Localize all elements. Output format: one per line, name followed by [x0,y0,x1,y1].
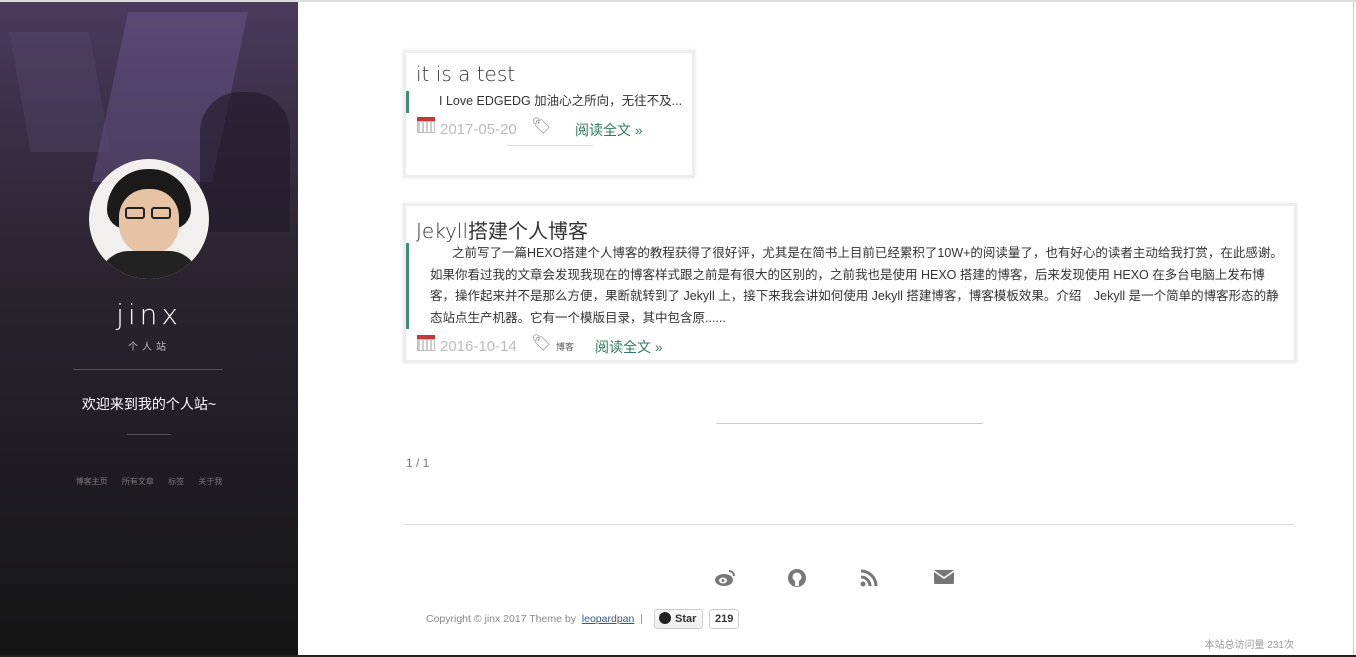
avatar[interactable] [89,159,209,279]
sidebar-background-shape [9,32,111,152]
copyright: Copyright © jinx 2017 Theme by leopardpa… [426,613,643,625]
post-card: Jekyll搭建个人博客 之前写了一篇HEXO搭建个人博客的教程获得了很好评，尤… [403,203,1297,363]
star-count[interactable]: 219 [709,609,740,629]
site-name[interactable]: jinx [0,298,298,331]
sidebar-background-shape [200,92,290,232]
read-more-link[interactable]: 阅读全文 » [595,337,663,357]
welcome-text: 欢迎来到我的个人站~ [81,396,217,412]
sidebar-divider [127,434,171,435]
weibo-icon[interactable] [713,568,737,592]
github-icon [659,612,671,624]
github-star-button[interactable]: Star [654,609,704,629]
theme-author-link[interactable]: leopardpan [582,613,635,625]
visit-counter: 本站总访问量 231次 [1204,640,1294,651]
post-date: 2017-05-20 [440,121,517,138]
post-excerpt: 之前写了一篇HEXO搭建个人博客的教程获得了很好评，尤其是在简书上目前已经累积了… [406,243,1291,329]
nav-tags[interactable]: 标签 [168,477,184,486]
calendar-icon [417,335,435,351]
post-date: 2016-10-14 [440,338,517,355]
list-divider [716,423,983,424]
nav-all-posts[interactable]: 所有文章 [122,477,154,486]
tag-icon: 🏷 [531,118,552,135]
calendar-icon [417,117,435,133]
sidebar-divider [73,369,223,370]
pagination: 1 / 1 [406,456,430,470]
post-divider [507,145,593,146]
post-title[interactable]: it is a test [416,62,515,86]
site-subtitle: 个人站 [128,342,170,353]
read-more-link[interactable]: 阅读全文 » [575,120,643,140]
nav-home[interactable]: 博客主页 [76,477,108,486]
sidebar: jinx 个人站 欢迎来到我的个人站~ 博客主页 所有文章 标签 关于我 [0,2,298,655]
post-card: it is a test I Love EDGEDG 加油心之所向，无往不及..… [403,50,695,178]
rss-icon[interactable] [857,568,881,592]
footer-divider [405,524,1294,525]
post-tag[interactable]: 博客 [556,340,574,353]
tag-icon: 🏷 [531,335,552,352]
post-excerpt: I Love EDGEDG 加油心之所向，无往不及... [406,91,692,113]
sidebar-nav: 博客主页 所有文章 标签 关于我 [0,476,298,487]
nav-about[interactable]: 关于我 [198,477,222,486]
post-title[interactable]: Jekyll搭建个人博客 [416,215,588,244]
email-icon[interactable] [932,568,956,592]
window-edge [1353,2,1354,657]
github-icon[interactable] [785,568,809,592]
